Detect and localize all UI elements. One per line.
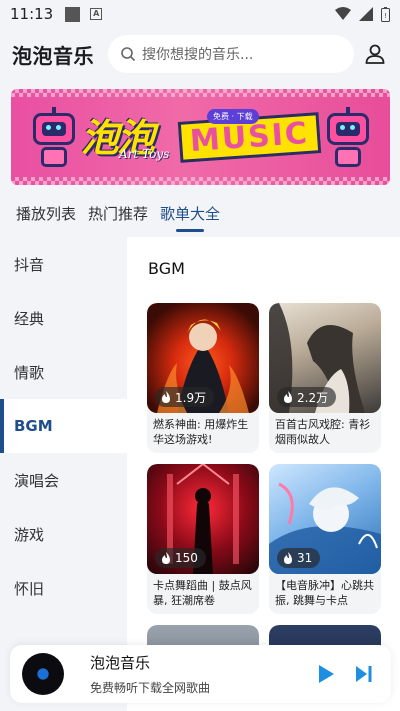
battery-icon: !	[381, 6, 390, 22]
playlist-caption: 【电音脉冲】心跳共振, 跳舞与卡点	[275, 579, 374, 607]
status-time: 11:13	[10, 5, 54, 23]
mini-player[interactable]: 泡泡音乐 免费畅听下载全网歌曲	[10, 645, 391, 703]
playlist-card[interactable]: 1.9万 燃系神曲: 用爆炸生华这场游戏!	[147, 303, 259, 453]
playlist-card[interactable]: 150 卡点舞蹈曲 | 鼓点风暴, 狂潮席卷	[147, 464, 259, 614]
playlist-panel: BGM 1.9万 燃系神曲: 用爆炸生华这场游戏! 2.2万 百首古风戏腔: 青…	[127, 237, 400, 711]
banner-checker-bottom	[11, 177, 390, 185]
flame-icon	[284, 391, 292, 403]
robot-right-icon	[323, 107, 373, 169]
tab-playlists-all[interactable]: 歌单大全	[160, 203, 220, 232]
notification-square-icon	[65, 6, 81, 22]
user-icon	[365, 44, 385, 64]
player-subtitle: 免费畅听下载全网歌曲	[90, 681, 211, 695]
sidebar-item-concert[interactable]: 演唱会	[0, 453, 127, 507]
top-tabs: 播放列表 热门推荐 歌单大全	[0, 196, 400, 236]
player-title: 泡泡音乐	[90, 654, 151, 672]
playlist-card[interactable]: 31 【电音脉冲】心跳共振, 跳舞与卡点	[269, 464, 381, 614]
banner-checker-top	[11, 89, 390, 97]
app-header: 泡泡音乐 搜你想搜的音乐...	[0, 32, 400, 76]
search-bar[interactable]: 搜你想搜的音乐...	[108, 35, 354, 73]
app-title: 泡泡音乐	[12, 43, 94, 68]
robot-left-icon	[29, 107, 79, 169]
play-count: 2.2万	[297, 390, 329, 405]
sidebar-item-love[interactable]: 情歌	[0, 345, 127, 399]
status-bar: 11:13 A !	[0, 0, 400, 28]
sidebar-item-douyin[interactable]: 抖音	[0, 237, 127, 291]
user-profile-button[interactable]	[362, 41, 388, 67]
album-disc	[22, 653, 64, 695]
play-count-badge: 31	[277, 548, 321, 568]
signal-icon	[359, 7, 373, 21]
next-track-icon[interactable]	[355, 665, 373, 683]
tab-hot[interactable]: 热门推荐	[88, 203, 148, 230]
banner-subtitle: Art Toys	[119, 147, 170, 161]
play-count: 1.9万	[175, 390, 207, 405]
notification-a-icon: A	[90, 8, 103, 20]
category-sidebar: 抖音 经典 情歌 BGM 演唱会 游戏 怀旧	[0, 237, 127, 711]
tab-playlist[interactable]: 播放列表	[16, 203, 76, 230]
player-controls	[317, 664, 373, 684]
promo-banner[interactable]: 泡泡 MUSIC Art Toys 免费 · 下载	[11, 89, 390, 185]
section-title: BGM	[148, 259, 185, 278]
sidebar-item-nostalgia[interactable]: 怀旧	[0, 561, 127, 615]
playlist-caption: 卡点舞蹈曲 | 鼓点风暴, 狂潮席卷	[153, 579, 252, 607]
sidebar-item-classic[interactable]: 经典	[0, 291, 127, 345]
svg-text:!: !	[384, 12, 387, 20]
play-count-badge: 2.2万	[277, 387, 337, 407]
playlist-card[interactable]: 2.2万 百首古风戏腔: 青衫烟雨似故人	[269, 303, 381, 453]
content-area: 抖音 经典 情歌 BGM 演唱会 游戏 怀旧 BGM 1.9万 燃系神曲: 用爆…	[0, 237, 400, 711]
play-count-badge: 1.9万	[155, 387, 215, 407]
playlist-caption: 燃系神曲: 用爆炸生华这场游戏!	[153, 418, 249, 446]
sidebar-item-bgm[interactable]: BGM	[0, 399, 127, 453]
banner-tag: 免费 · 下载	[207, 109, 259, 124]
player-texts: 泡泡音乐 免费畅听下载全网歌曲	[90, 652, 210, 696]
play-count: 31	[297, 551, 313, 565]
flame-icon	[162, 391, 170, 403]
search-icon	[121, 47, 136, 62]
play-count: 150	[175, 551, 198, 565]
flame-icon	[284, 552, 292, 564]
search-placeholder: 搜你想搜的音乐...	[142, 47, 254, 63]
status-icons: !	[335, 6, 390, 22]
flame-icon	[162, 552, 170, 564]
play-icon[interactable]	[317, 664, 335, 684]
play-count-badge: 150	[155, 548, 206, 568]
sidebar-item-game[interactable]: 游戏	[0, 507, 127, 561]
playlist-caption: 百首古风戏腔: 青衫烟雨似故人	[275, 418, 371, 446]
wifi-icon	[335, 7, 351, 20]
